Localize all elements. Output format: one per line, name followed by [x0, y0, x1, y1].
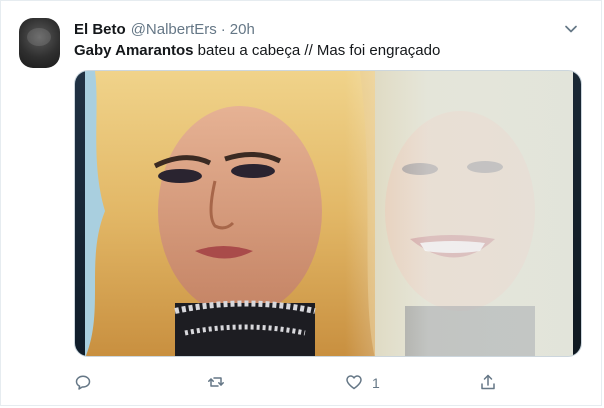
share-button[interactable]	[479, 371, 497, 395]
reply-icon	[74, 373, 92, 394]
tweet-timestamp[interactable]: 20h	[230, 21, 255, 38]
reply-button[interactable]	[74, 371, 92, 395]
media-left-edge	[75, 71, 85, 356]
like-button[interactable]: 1	[345, 371, 380, 395]
share-icon	[479, 373, 497, 394]
tweet-text: Gaby Amarantos bateu a cabeça // Mas foi…	[74, 42, 440, 59]
media-right-edge	[573, 71, 581, 356]
tweet-card[interactable]: El Beto @NalbertErs · 20h Gaby Amarantos…	[0, 0, 602, 406]
heart-icon	[345, 373, 363, 394]
chevron-down-icon[interactable]	[563, 21, 579, 37]
tweet-media-image[interactable]	[74, 70, 582, 357]
user-handle[interactable]: @NalbertErs	[131, 21, 217, 38]
display-name[interactable]: El Beto	[74, 21, 126, 38]
like-count: 1	[372, 375, 380, 391]
retweet-button[interactable]	[207, 371, 225, 395]
header-separator: ·	[220, 21, 226, 38]
retweet-icon	[207, 373, 225, 394]
avatar[interactable]	[19, 18, 60, 68]
tweet-actions: 1	[74, 371, 514, 395]
media-photo	[75, 71, 581, 356]
avatar-highlight	[27, 28, 51, 46]
tweet-mention[interactable]: Gaby Amarantos	[74, 42, 193, 59]
tweet-header: El Beto @NalbertErs · 20h	[74, 21, 255, 41]
tweet-text-body: bateu a cabeça // Mas foi engraçado	[193, 42, 441, 59]
